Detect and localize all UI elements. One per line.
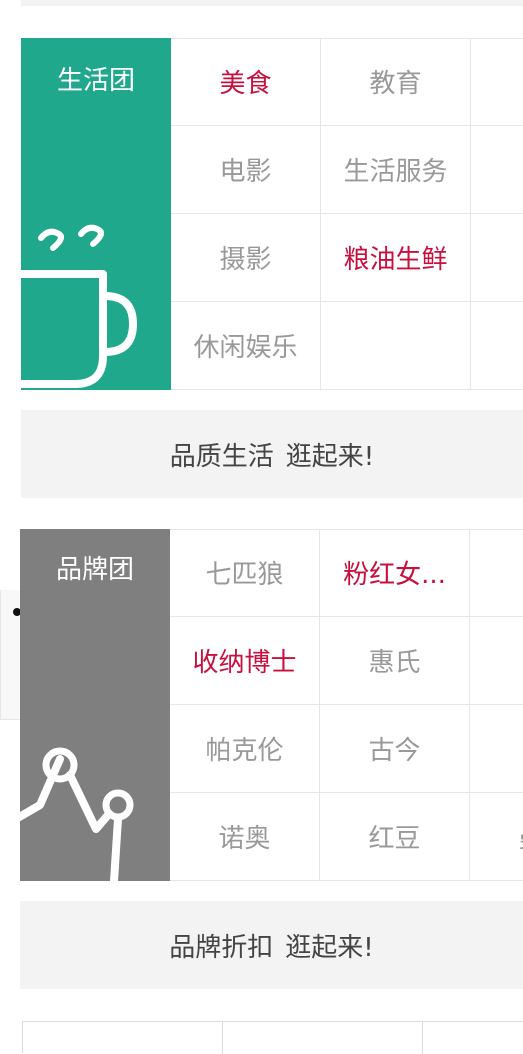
category-cell[interactable]: 曼黍 — [470, 793, 523, 881]
category-cell[interactable]: 休闲娱乐 — [171, 302, 321, 390]
life-group-grid: 美食 教育 电影 生活服务 摄影 粮油生鲜 休闲娱乐 — [171, 38, 523, 390]
previous-section-bottom — [21, 0, 523, 6]
next-section-table — [22, 1021, 523, 1054]
life-more-label: 品质生活 — [169, 441, 274, 472]
life-more-action: 逛起来! — [285, 441, 375, 472]
category-cell[interactable] — [471, 126, 523, 214]
category-cell[interactable]: 七匹狼 — [170, 529, 320, 617]
life-group-section: 生活团 美食 教育 电影 生活服务 摄影 粮油生鲜 休闲娱乐 — [21, 38, 523, 390]
category-cell[interactable] — [470, 617, 523, 705]
brand-group-section: 品牌团 七匹狼粉红女...卓收纳博士惠氏帕克伦古今诺奥红豆曼黍 — [20, 529, 523, 881]
category-cell[interactable]: 红豆 — [320, 793, 470, 881]
category-cell[interactable]: 卓 — [470, 529, 523, 617]
brand-more-label: 品牌折扣 — [169, 932, 274, 963]
category-cell[interactable]: 摄影 — [171, 214, 321, 302]
brand-group-tile[interactable]: 品牌团 — [20, 529, 170, 881]
category-cell[interactable]: 生活服务 — [321, 126, 471, 214]
category-cell[interactable] — [470, 705, 523, 793]
crown-icon — [20, 747, 134, 881]
category-cell[interactable] — [471, 302, 523, 390]
life-group-tile[interactable]: 生活团 — [21, 38, 171, 390]
brand-more-action: 逛起来! — [285, 932, 374, 963]
category-cell[interactable]: 粮油生鲜 — [321, 214, 471, 302]
category-cell[interactable]: 粉红女... — [320, 529, 470, 617]
category-cell[interactable]: 收纳博士 — [170, 617, 320, 705]
category-cell[interactable]: 教育 — [321, 38, 471, 126]
category-cell[interactable] — [471, 38, 523, 126]
category-cell[interactable] — [471, 214, 523, 302]
category-cell[interactable] — [321, 302, 471, 390]
category-cell[interactable]: 惠氏 — [320, 617, 470, 705]
category-cell[interactable]: 美食 — [171, 38, 321, 126]
brand-group-grid: 七匹狼粉红女...卓收纳博士惠氏帕克伦古今诺奥红豆曼黍 — [170, 529, 523, 881]
category-cell[interactable]: 电影 — [171, 126, 321, 214]
category-cell[interactable]: 诺奥 — [170, 793, 320, 881]
category-cell[interactable]: 帕克伦 — [170, 705, 320, 793]
next-section-cell — [223, 1022, 423, 1054]
brand-more-button[interactable]: 品牌折扣 逛起来! — [20, 901, 523, 989]
coffee-cup-icon — [21, 224, 138, 388]
life-more-button[interactable]: 品质生活 逛起来! — [21, 410, 523, 498]
category-cell[interactable]: 古今 — [320, 705, 470, 793]
next-section-cell — [23, 1022, 223, 1054]
